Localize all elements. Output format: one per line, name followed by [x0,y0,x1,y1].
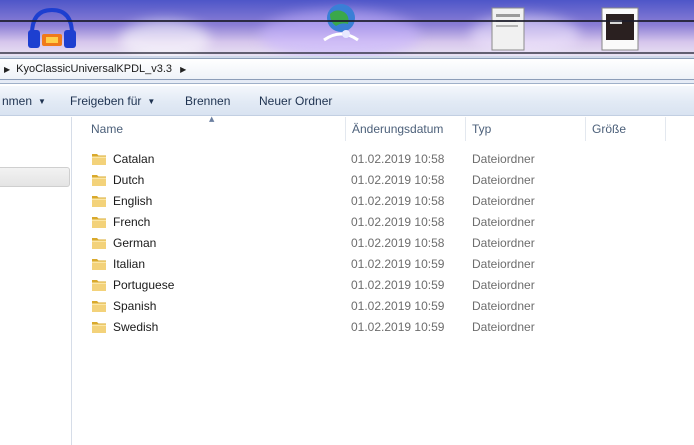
file-name-cell[interactable]: Catalan [91,148,154,169]
file-type: Dateiordner [472,193,535,208]
navigation-pane[interactable] [0,117,72,445]
chevron-down-icon: ▼ [38,96,46,106]
folder-icon [92,153,106,165]
file-name: Swedish [113,319,159,334]
file-date: 01.02.2019 10:59 [351,298,445,313]
column-header-size[interactable]: Größe [586,117,666,141]
organize-button[interactable]: nmen ▼ [0,90,54,112]
file-type: Dateiordner [472,235,535,250]
file-date: 01.02.2019 10:58 [351,193,445,208]
file-name: Dutch [113,172,145,187]
file-row[interactable]: Dutch 01.02.2019 10:58 Dateiordner [73,169,694,190]
file-list: ▲ Name Änderungsdatum Typ Größe Catalan … [73,115,694,445]
burn-button[interactable]: Brennen [177,90,238,112]
file-name: French [113,214,151,229]
desktop-background [0,0,694,56]
file-row[interactable]: Catalan 01.02.2019 10:58 Dateiordner [73,148,694,169]
file-name: English [113,193,153,208]
folder-icon [92,321,106,333]
file-type: Dateiordner [472,319,535,334]
file-type: Dateiordner [472,256,535,271]
divider [0,52,694,54]
file-name: Portuguese [113,277,175,292]
file-name-cell[interactable]: Swedish [91,316,158,337]
video-thumbnail-icon[interactable] [600,6,640,52]
column-header-name[interactable]: Name [85,117,346,141]
new-folder-button[interactable]: Neuer Ordner [251,90,340,112]
address-bar: ▶ KyoClassicUniversalKPDL_v3.3 ▶ [0,56,694,84]
file-name-cell[interactable]: German [91,232,156,253]
folder-icon [92,237,106,249]
breadcrumb-segment[interactable]: KyoClassicUniversalKPDL_v3.3 [16,63,172,75]
breadcrumb-chevron-icon[interactable]: ▶ [4,65,10,74]
file-name-cell[interactable]: Portuguese [91,274,174,295]
folder-icon [92,258,106,270]
file-name-cell[interactable]: French [91,211,150,232]
globe-icon[interactable] [316,0,366,50]
file-date: 01.02.2019 10:59 [351,256,445,271]
file-name-cell[interactable]: Spanish [91,295,156,316]
file-row[interactable]: English 01.02.2019 10:58 Dateiordner [73,190,694,211]
file-name-cell[interactable]: Italian [91,253,145,274]
file-date: 01.02.2019 10:58 [351,235,445,250]
headphones-icon[interactable] [24,4,80,50]
file-date: 01.02.2019 10:58 [351,214,445,229]
breadcrumb[interactable]: ▶ KyoClassicUniversalKPDL_v3.3 ▶ [0,58,694,80]
file-row[interactable]: French 01.02.2019 10:58 Dateiordner [73,211,694,232]
file-date: 01.02.2019 10:59 [351,319,445,334]
nav-item-selected[interactable] [0,167,70,187]
file-name-cell[interactable]: English [91,190,152,211]
file-row[interactable]: Spanish 01.02.2019 10:59 Dateiordner [73,295,694,316]
file-name: Catalan [113,151,155,166]
file-type: Dateiordner [472,277,535,292]
file-type: Dateiordner [472,172,535,187]
file-row[interactable]: Italian 01.02.2019 10:59 Dateiordner [73,253,694,274]
file-date: 01.02.2019 10:58 [351,151,445,166]
divider [0,20,694,22]
folder-icon [92,216,106,228]
file-name: German [113,235,157,250]
column-header-date[interactable]: Änderungsdatum [346,117,466,141]
file-name: Spanish [113,298,157,313]
command-bar: nmen ▼ Freigeben für ▼ Brennen Neuer Ord… [0,86,694,116]
file-type: Dateiordner [472,298,535,313]
file-row[interactable]: German 01.02.2019 10:58 Dateiordner [73,232,694,253]
share-button[interactable]: Freigeben für ▼ [62,90,163,112]
column-header-row: ▲ Name Änderungsdatum Typ Größe [73,115,694,141]
folder-icon [92,195,106,207]
file-name-cell[interactable]: Dutch [91,169,144,190]
folder-icon [92,174,106,186]
file-type: Dateiordner [472,214,535,229]
folder-icon [92,279,106,291]
folder-icon [92,300,106,312]
file-date: 01.02.2019 10:59 [351,277,445,292]
chevron-down-icon: ▼ [147,96,156,106]
file-date: 01.02.2019 10:58 [351,172,445,187]
column-header-type[interactable]: Typ [466,117,586,141]
file-row[interactable]: Swedish 01.02.2019 10:59 Dateiordner [73,316,694,337]
file-row[interactable]: Portuguese 01.02.2019 10:59 Dateiordner [73,274,694,295]
file-name: Italian [113,256,146,271]
breadcrumb-chevron-icon[interactable]: ▶ [180,65,186,74]
file-type: Dateiordner [472,151,535,166]
document-thumbnail-icon[interactable] [490,6,526,52]
